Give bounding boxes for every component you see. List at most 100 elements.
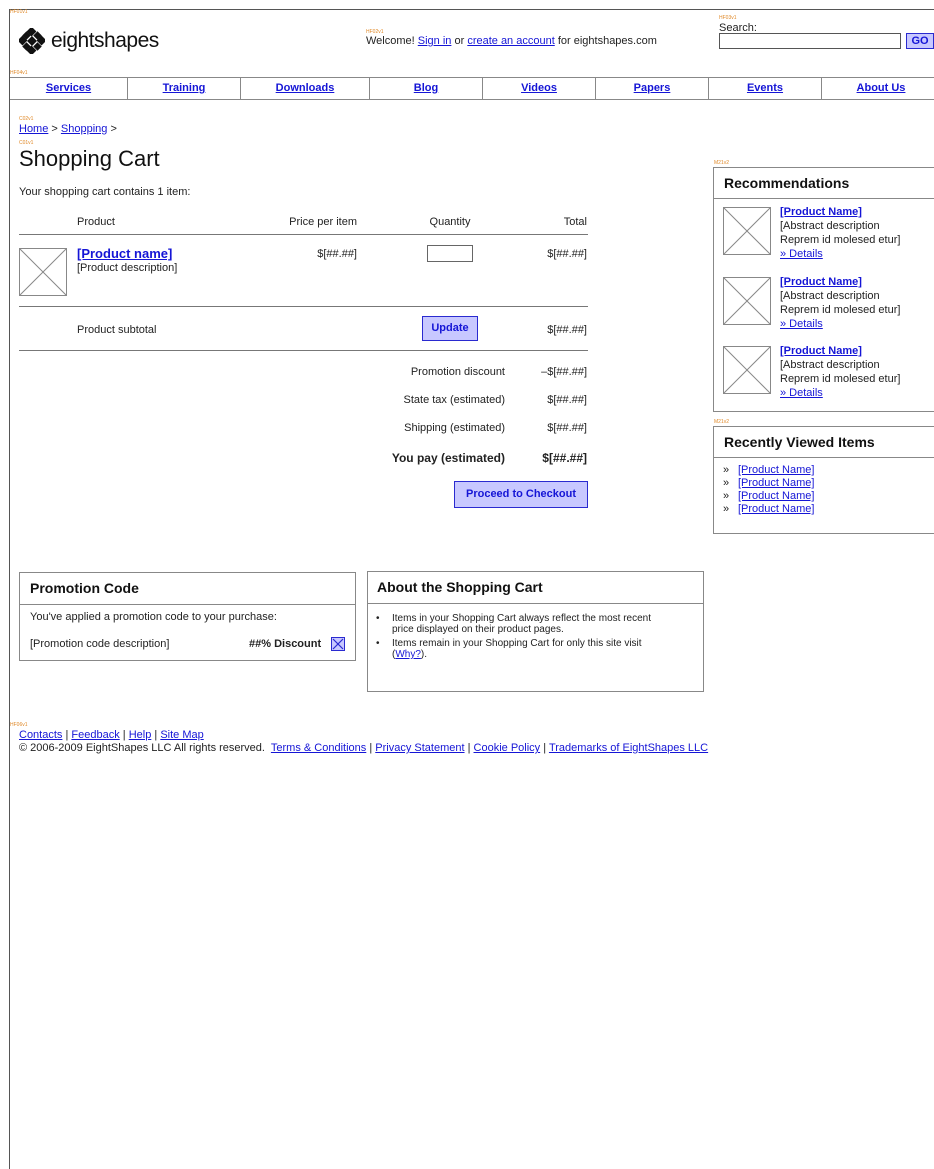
recommendation-details-link[interactable]: » Details [780, 387, 823, 399]
logo[interactable]: eightshapes [19, 28, 159, 54]
remove-promotion-button[interactable] [331, 637, 345, 651]
breadcrumb-shopping[interactable]: Shopping [61, 123, 108, 135]
product-price: $[##.##] [317, 248, 357, 260]
wireframe-tag: HF06v1 [10, 722, 28, 728]
recently-viewed-link[interactable]: [Product Name] [738, 477, 814, 489]
recently-viewed-link[interactable]: [Product Name] [738, 490, 814, 502]
remove-x-icon [331, 637, 345, 651]
cookie-policy-link[interactable]: Cookie Policy [474, 742, 541, 754]
terms-link[interactable]: Terms & Conditions [271, 742, 366, 754]
breadcrumb-separator: > [110, 123, 117, 135]
image-placeholder-icon [724, 347, 770, 393]
image-placeholder-icon [20, 249, 66, 295]
column-header-product: Product [77, 216, 115, 228]
nav-blog[interactable]: Blog [370, 78, 483, 99]
list-item: » [Product Name] [723, 503, 815, 515]
welcome-prefix: Welcome! [366, 35, 415, 47]
eightshapes-logo-icon [19, 28, 45, 54]
footer-feedback-link[interactable]: Feedback [71, 729, 119, 741]
column-header-quantity: Quantity [429, 216, 471, 228]
list-item: » [Product Name] [723, 464, 815, 476]
logo-text: eightshapes [51, 29, 159, 52]
why-link[interactable]: Why? [395, 649, 421, 660]
about-text: (Why?). [392, 649, 642, 660]
recommendation-image-placeholder [723, 207, 771, 255]
state-tax-value: $[##.##] [547, 394, 587, 406]
image-placeholder-icon [724, 208, 770, 254]
welcome-message: Welcome! Sign in or create an account fo… [366, 35, 657, 47]
recently-viewed-link[interactable]: [Product Name] [738, 503, 814, 515]
image-placeholder-icon [724, 278, 770, 324]
nav-papers[interactable]: Papers [596, 78, 709, 99]
wireframe-tag: C02v1 [19, 116, 34, 122]
column-header-price: Price per item [289, 216, 357, 228]
nav-label: Training [162, 82, 206, 94]
recommendation-details-link[interactable]: » Details [780, 318, 823, 330]
about-bullet-1: • Items in your Shopping Cart always ref… [376, 613, 651, 635]
sign-in-link[interactable]: Sign in [418, 35, 452, 47]
recommendation-details-link[interactable]: » Details [780, 248, 823, 260]
promotion-discount: ##% Discount [249, 638, 322, 650]
recommendation-image-placeholder [723, 346, 771, 394]
nav-about-us[interactable]: About Us [822, 78, 934, 99]
subtotal-label: Product subtotal [77, 324, 157, 336]
recommendation-desc: Reprem id molesed etur] [780, 373, 901, 385]
you-pay-label: You pay (estimated) [391, 451, 505, 465]
divider [19, 306, 588, 307]
you-pay-value: $[##.##] [542, 451, 587, 465]
recently-viewed-list: » [Product Name] » [Product Name] » [Produc… [723, 464, 814, 516]
recommendation-name-link[interactable]: [Product Name] [780, 276, 862, 288]
recommendations-title: Recommendations [714, 168, 934, 199]
product-name-link[interactable]: [Product name] [77, 246, 172, 261]
product-image-placeholder [19, 248, 67, 296]
nav-videos[interactable]: Videos [483, 78, 596, 99]
trademarks-link[interactable]: Trademarks of EightShapes LLC [549, 742, 708, 754]
footer-legal: © 2006-2009 EightShapes LLC All rights r… [19, 742, 709, 754]
breadcrumb-home[interactable]: Home [19, 123, 48, 135]
wireframe-tag: HF03v1 [719, 15, 737, 21]
nav-label: About Us [856, 82, 906, 94]
promotion-code-title: Promotion Code [20, 573, 355, 605]
divider [19, 350, 588, 351]
recommendation-name-link[interactable]: [Product Name] [780, 206, 862, 218]
proceed-to-checkout-button[interactable]: Proceed to Checkout [454, 481, 588, 508]
nav-label: Papers [633, 82, 671, 94]
search-input[interactable] [719, 33, 901, 49]
wireframe-tag: M21v2 [714, 160, 730, 166]
create-account-link[interactable]: create an account [467, 35, 554, 47]
about-text: Items in your Shopping Cart always refle… [392, 613, 652, 624]
welcome-suffix: for eightshapes.com [557, 35, 657, 47]
search-go-button[interactable]: GO [906, 33, 934, 49]
recommendation-name-link[interactable]: [Product Name] [780, 345, 862, 357]
bullet-icon: • [376, 613, 380, 624]
about-text: Items remain in your Shopping Cart for o… [392, 638, 642, 649]
update-button[interactable]: Update [422, 316, 478, 341]
copyright: © 2006-2009 EightShapes LLC All rights r… [19, 742, 265, 754]
column-header-total: Total [563, 216, 587, 228]
subtotal-value: $[##.##] [547, 324, 587, 336]
main-nav: Services Training Downloads Blog Videos … [10, 77, 934, 100]
footer-sitemap-link[interactable]: Site Map [160, 729, 203, 741]
list-item: » [Product Name] [723, 490, 815, 502]
shipping-label: Shipping (estimated) [404, 422, 505, 434]
nav-label: Blog [413, 82, 439, 94]
nav-services[interactable]: Services [10, 78, 128, 99]
privacy-link[interactable]: Privacy Statement [375, 742, 464, 754]
welcome-or: or [454, 35, 465, 47]
promotion-text: You've applied a promotion code to your … [30, 611, 277, 623]
footer-help-link[interactable]: Help [129, 729, 152, 741]
nav-training[interactable]: Training [128, 78, 241, 99]
about-bullet-2: • Items remain in your Shopping Cart for… [376, 638, 642, 660]
breadcrumb-separator: > [51, 123, 58, 135]
footer-contacts-link[interactable]: Contacts [19, 729, 62, 741]
recently-viewed-link[interactable]: [Product Name] [738, 464, 814, 476]
shipping-value: $[##.##] [547, 422, 587, 434]
nav-label: Events [746, 82, 784, 94]
quantity-input[interactable] [427, 245, 473, 262]
nav-downloads[interactable]: Downloads [241, 78, 370, 99]
nav-events[interactable]: Events [709, 78, 822, 99]
promotion-discount-label: Promotion discount [410, 366, 505, 378]
recently-viewed-title: Recently Viewed Items [714, 427, 934, 458]
paren: ). [420, 649, 428, 660]
wireframe-tag: M21v2 [714, 419, 730, 425]
